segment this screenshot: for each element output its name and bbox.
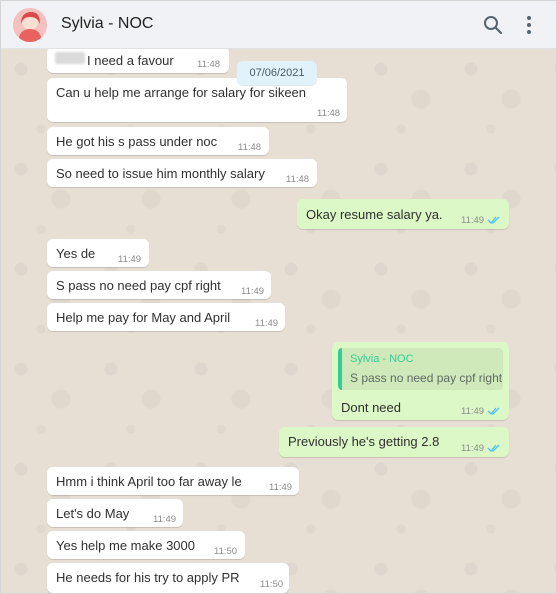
message-text: S pass no need pay cpf right [56,278,221,293]
read-ticks-icon [487,444,500,452]
message-time: 11:48 [286,174,310,185]
message-text: Yes help me make 3000 [56,538,196,553]
message-time: 11:48 [197,59,221,70]
search-icon[interactable] [481,13,505,37]
message-text: I need a favour [87,53,174,68]
message-list[interactable]: 07/06/2021 I need a favour 11:48 Can u h… [1,49,556,593]
chat-header: Sylvia - NOC [1,1,556,49]
contact-name[interactable]: Sylvia - NOC [61,15,153,33]
message-incoming[interactable]: So need to issue him monthly salary 11:4… [47,159,317,187]
redacted-text [55,52,85,64]
avatar[interactable] [13,8,47,42]
message-time: 11:49 [241,286,265,297]
chat-window: Sylvia - NOC 07/06/2021 I need a favour … [0,0,557,594]
message-text: Yes de [56,246,96,261]
message-incoming[interactable]: Let's do May 11:49 [47,499,183,527]
quoted-text: S pass no need pay cpf right [350,371,503,385]
message-text: Can u help me arrange for salary for sik… [56,85,307,100]
message-incoming[interactable]: I need a favour 11:48 [47,49,229,73]
message-time: 11:50 [260,579,284,590]
message-text: Okay resume salary ya. [306,207,443,222]
message-outgoing[interactable]: Okay resume salary ya. 11:49 [297,199,509,229]
message-incoming[interactable]: S pass no need pay cpf right 11:49 [47,271,271,299]
message-time: 11:49 [461,406,485,417]
avatar-image [13,8,47,42]
message-incoming[interactable]: He got his s pass under noc 11:48 [47,127,269,155]
message-text: He needs for his try to apply PR [56,570,240,585]
date-chip: 07/06/2021 [237,61,317,85]
message-text: Let's do May [56,506,130,521]
message-text: Hmm i think April too far away le [56,474,242,489]
message-time: 11:49 [269,482,293,493]
read-ticks-icon [487,407,500,415]
message-time: 11:48 [317,108,341,119]
message-incoming[interactable]: Yes help me make 3000 11:50 [47,531,245,559]
message-text: Previously he's getting 2.8 [288,434,440,449]
message-text: Help me pay for May and April [56,310,231,325]
message-time: 11:50 [214,546,238,557]
message-time: 11:49 [461,443,485,454]
message-time: 11:49 [461,215,485,226]
quoted-author: Sylvia - NOC [350,353,414,365]
message-text: So need to issue him monthly salary [56,166,265,181]
read-ticks-icon [487,216,500,224]
message-incoming[interactable]: Hmm i think April too far away le 11:49 [47,467,299,495]
message-outgoing[interactable]: Previously he's getting 2.8 11:49 [279,427,509,457]
message-text: Dont need [341,400,401,415]
quoted-message[interactable]: Sylvia - NOC S pass no need pay cpf righ… [338,348,503,390]
message-incoming[interactable]: Yes de 11:49 [47,239,149,267]
message-time: 11:49 [118,254,142,265]
message-time: 11:48 [238,142,262,153]
message-time: 11:49 [255,318,279,329]
message-incoming[interactable]: Help me pay for May and April 11:49 [47,303,285,331]
message-text: He got his s pass under noc [56,134,218,149]
more-vert-icon[interactable] [517,13,541,37]
message-time: 11:49 [153,514,177,525]
message-outgoing-reply[interactable]: Sylvia - NOC S pass no need pay cpf righ… [332,342,509,420]
message-incoming[interactable]: He needs for his try to apply PR 11:50 [47,563,289,593]
